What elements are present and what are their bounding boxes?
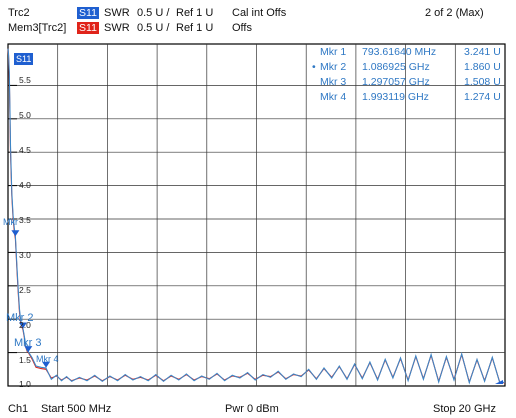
marker-frequency: 1.086925 GHz xyxy=(362,61,430,73)
marker-value: 1.508 U xyxy=(464,76,501,88)
memory-ref[interactable]: Ref 1 U xyxy=(176,22,213,34)
trace-scale[interactable]: 0.5 U / xyxy=(137,7,169,19)
marker-value: 1.860 U xyxy=(464,61,501,73)
stop-frequency[interactable]: Stop 20 GHz xyxy=(433,403,496,415)
marker-value: 1.274 U xyxy=(464,91,501,103)
trace-name[interactable]: Trc2 xyxy=(8,7,30,19)
page-indicator: 2 of 2 (Max) xyxy=(425,7,484,19)
power-level[interactable]: Pwr 0 dBm xyxy=(225,403,279,415)
diagram-trace-tag[interactable]: S11 xyxy=(14,53,34,65)
marker-name: Mkr 2 xyxy=(320,61,347,73)
trace-param-badge[interactable]: S11 xyxy=(77,7,99,19)
trace-ref[interactable]: Ref 1 U xyxy=(176,7,213,19)
y-tick-label: 5.5 xyxy=(19,75,31,85)
vna-screen: Trc2 S11 SWR 0.5 U / Ref 1 U Cal int Off… xyxy=(0,0,516,418)
marker-1-label[interactable]: Mkr xyxy=(3,216,18,228)
marker-row[interactable]: • Mkr 2 1.086925 GHz 1.860 U xyxy=(312,60,510,75)
marker-4-label[interactable]: Mkr 4 xyxy=(36,353,59,365)
y-tick-label: 1.0 xyxy=(19,379,31,389)
start-frequency[interactable]: Start 500 MHz xyxy=(41,403,111,415)
marker-info-table[interactable]: Mkr 1 793.61640 MHz 3.241 U • Mkr 2 1.08… xyxy=(312,45,510,105)
marker-value: 3.241 U xyxy=(464,46,501,58)
marker-2-label[interactable]: Mkr 2 xyxy=(6,312,34,324)
marker-name: Mkr 4 xyxy=(320,91,347,103)
marker-row[interactable]: Mkr 1 793.61640 MHz 3.241 U xyxy=(318,45,510,60)
active-marker-bullet: • xyxy=(312,61,316,73)
y-tick-label: 4.0 xyxy=(19,180,31,190)
y-tick-label: 1.5 xyxy=(19,355,31,365)
marker-frequency: 1.297057 GHz xyxy=(362,76,430,88)
memory-param-badge[interactable]: S11 xyxy=(77,22,99,34)
marker-3-label[interactable]: Mkr 3 xyxy=(14,337,42,349)
memory-scale[interactable]: 0.5 U / xyxy=(137,22,169,34)
marker-row[interactable]: Mkr 3 1.297057 GHz 1.508 U xyxy=(318,75,510,90)
y-tick-label: 5.0 xyxy=(19,110,31,120)
memory-format[interactable]: SWR xyxy=(104,22,130,34)
y-tick-label: 3.5 xyxy=(19,215,31,225)
marker-name: Mkr 1 xyxy=(320,46,347,58)
cal-status: Cal int Offs xyxy=(232,7,287,19)
y-tick-label: 3.0 xyxy=(19,250,31,260)
marker-row[interactable]: Mkr 4 1.993119 GHz 1.274 U xyxy=(318,90,510,105)
memory-offset: Offs xyxy=(232,22,252,34)
marker-frequency: 1.993119 GHz xyxy=(362,91,429,103)
channel-label[interactable]: Ch1 xyxy=(8,403,28,415)
memory-trace-name[interactable]: Mem3[Trc2] xyxy=(8,22,66,34)
y-tick-label: 4.5 xyxy=(19,145,31,155)
marker-name: Mkr 3 xyxy=(320,76,347,88)
y-tick-label: 2.5 xyxy=(19,285,31,295)
marker-frequency: 793.61640 MHz xyxy=(362,46,437,58)
marker-1-triangle xyxy=(11,230,20,237)
trace-format[interactable]: SWR xyxy=(104,7,130,19)
